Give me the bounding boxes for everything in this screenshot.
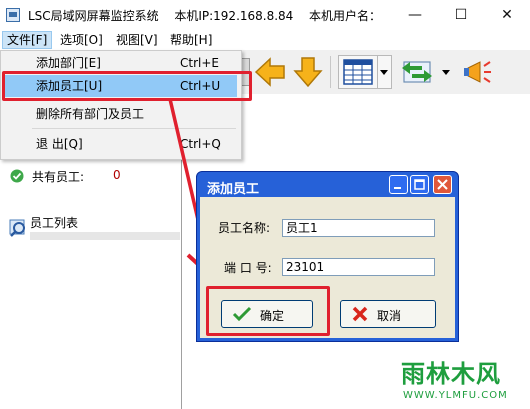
chevron-down-icon xyxy=(380,70,388,75)
cancel-x-icon xyxy=(352,306,368,322)
employee-name-label: 员工名称: xyxy=(218,221,271,235)
employee-total-label: 共有员工: xyxy=(32,170,85,184)
watermark: 雨林木风 WWW.YLMFU.COM xyxy=(395,352,530,409)
watermark-url: WWW.YLMFU.COM xyxy=(403,390,508,401)
user-label: 本机用户名： xyxy=(308,9,381,23)
transfer-dropdown[interactable] xyxy=(440,56,454,88)
check-icon xyxy=(10,169,24,183)
dialog-close-button[interactable] xyxy=(433,175,452,194)
close-icon xyxy=(437,179,448,190)
cancel-button[interactable]: 取消 xyxy=(340,300,436,328)
app-icon xyxy=(6,8,20,22)
dialog-minimize-button[interactable] xyxy=(389,175,408,194)
ip-label: 本机IP:192.168.8.84 xyxy=(174,9,294,23)
maximize-icon xyxy=(414,179,425,190)
chevron-down-icon xyxy=(442,70,450,75)
menu-view[interactable]: 视图[V] xyxy=(112,31,162,49)
search-icon xyxy=(8,214,30,238)
employee-list-title: 员工列表 xyxy=(30,216,79,230)
highlight-box-ok xyxy=(206,286,330,336)
port-input[interactable]: 23101 xyxy=(282,258,435,276)
employee-name-input[interactable]: 员工1 xyxy=(282,219,435,237)
toolbar-separator xyxy=(330,56,331,88)
window-title: LSC局域网屏幕监控系统 本机IP:192.168.8.84 本机用户名： xyxy=(28,7,381,24)
grid-view-button[interactable] xyxy=(338,55,378,89)
grid-icon xyxy=(343,59,373,85)
cancel-label: 取消 xyxy=(377,309,402,323)
minimize-icon xyxy=(394,187,401,189)
transfer-button[interactable] xyxy=(398,56,438,88)
down-arrow-icon[interactable] xyxy=(292,56,324,88)
app-title: LSC局域网屏幕监控系统 xyxy=(28,9,159,23)
menu-help[interactable]: 帮助[H] xyxy=(166,31,216,49)
dialog-maximize-button[interactable] xyxy=(410,175,429,194)
dialog-title: 添加员工 xyxy=(207,182,260,197)
menu-file[interactable]: 文件[F] xyxy=(2,31,53,49)
broadcast-button[interactable] xyxy=(460,56,496,88)
maximize-button[interactable]: ☐ xyxy=(438,0,484,30)
left-arrow-icon[interactable] xyxy=(254,56,286,88)
menu-options[interactable]: 选项[O] xyxy=(56,31,107,49)
megaphone-icon xyxy=(464,61,491,83)
minimize-button[interactable]: — xyxy=(392,0,438,30)
close-button[interactable]: ✕ xyxy=(484,0,530,30)
watermark-brand: 雨林木风 xyxy=(401,360,501,388)
transfer-icon xyxy=(402,61,432,83)
port-label: 端 口 号: xyxy=(224,261,272,275)
employee-total-count: 0 xyxy=(113,168,121,182)
grid-view-dropdown[interactable] xyxy=(378,55,392,89)
